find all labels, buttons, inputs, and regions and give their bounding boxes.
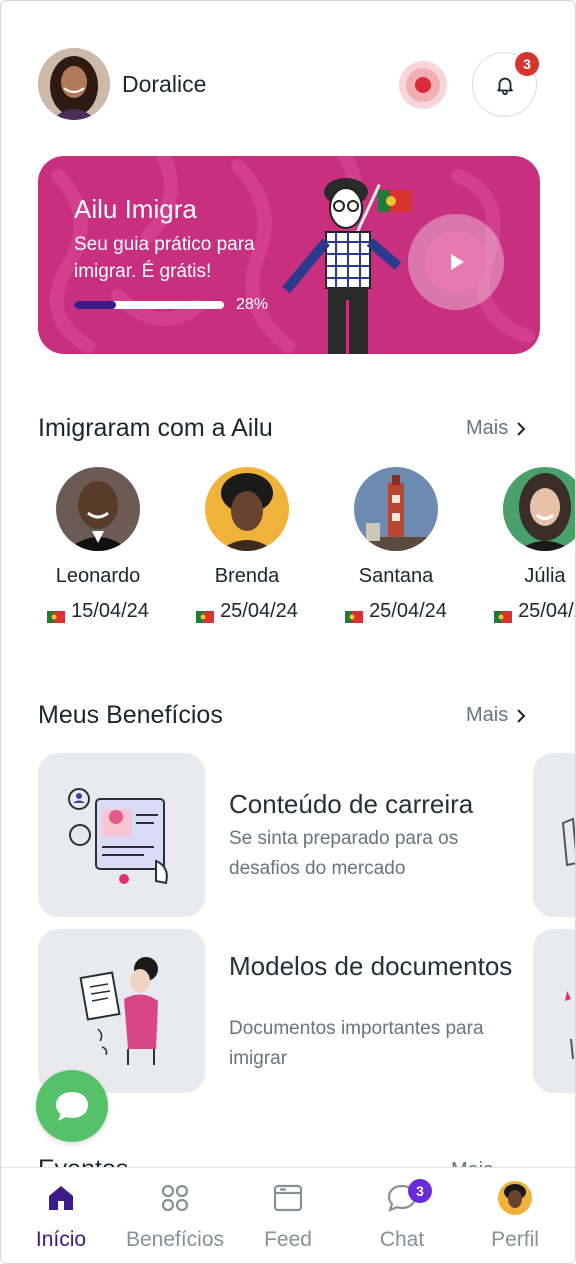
chevron-right-icon (517, 708, 526, 723)
person-name: Júlia (524, 565, 566, 587)
banner-subtitle: Seu guia prático para imigrar. É grátis! (74, 234, 255, 282)
tab-inicio[interactable]: Início (4, 1178, 118, 1252)
record-dot-icon (415, 77, 431, 93)
ailu-imigra-banner[interactable]: Ailu Imigra Seu guia prático para imigra… (38, 156, 540, 354)
document-templates-card-image[interactable] (38, 929, 205, 1093)
bell-icon (496, 77, 513, 95)
banner-title: Ailu Imigra (74, 194, 197, 224)
person-photo (205, 467, 289, 551)
career-illustration (68, 788, 168, 885)
progress-fill (74, 301, 116, 309)
app-screen: Doralice 3 Ailu Imigra Seu guia prático … (0, 0, 576, 1264)
benefit-title[interactable]: Modelos de documentos (229, 951, 519, 981)
avatar-icon (498, 1181, 532, 1215)
tab-label: Perfil (491, 1228, 539, 1251)
person-photo (56, 467, 140, 551)
progress-percent: 28% (236, 296, 269, 313)
date-text: 15/04/24 (71, 600, 149, 622)
date-text: 25/04/24 (369, 600, 447, 622)
benefit-card-peek[interactable] (533, 929, 575, 1093)
person-card[interactable]: Santana 25/04/24 (336, 467, 456, 623)
more-label: Mais (466, 704, 509, 726)
tab-feed[interactable]: Feed (231, 1178, 345, 1252)
portugal-flag-icon (494, 606, 513, 623)
career-content-card-image[interactable] (38, 753, 205, 917)
person-date: 25/04/24 (187, 600, 307, 623)
benefits-more-link[interactable]: Mais (466, 704, 526, 727)
benefit-description: Documentos importantes para imigrar (229, 1018, 484, 1069)
benefit-card-peek[interactable] (533, 753, 575, 917)
person-card[interactable]: Júlia 25/04/24 (485, 467, 575, 623)
tab-label: Benefícios (125, 1228, 225, 1251)
tab-beneficios[interactable]: Benefícios (118, 1178, 232, 1252)
benefits-section-title: Meus Benefícios (38, 701, 223, 729)
person-date: 25/04/24 (485, 600, 575, 623)
support-chat-button[interactable] (36, 1070, 108, 1142)
tab-label: Chat (379, 1228, 425, 1251)
tab-label: Feed (264, 1228, 312, 1251)
person-name: Leonardo (55, 565, 141, 587)
portugal-flag-icon (196, 606, 215, 623)
person-photo (503, 467, 575, 551)
chat-badge: 3 (408, 1179, 432, 1203)
bottom-tab-bar: Início Benefícios Feed 3 Chat Perfil (1, 1167, 575, 1263)
benefit-description: Se sinta preparado para os desafios do m… (229, 828, 459, 879)
person-card[interactable]: Brenda 25/04/24 (187, 467, 307, 623)
tab-chat[interactable]: 3 Chat (345, 1178, 459, 1252)
home-icon (49, 1186, 73, 1210)
person-card[interactable]: Leonardo 15/04/24 (38, 467, 158, 623)
immigrated-section-title: Imigraram com a Ailu (38, 414, 273, 442)
user-avatar[interactable] (38, 48, 110, 120)
record-button[interactable] (399, 61, 447, 109)
person-name: Santana (358, 565, 434, 587)
portugal-flag-icon (345, 606, 364, 623)
play-button[interactable] (408, 214, 504, 310)
chevron-right-icon (517, 421, 526, 436)
person-photo (354, 467, 438, 551)
tab-label: Início (35, 1228, 87, 1251)
date-text: 25/04/24 (220, 600, 298, 622)
person-name: Brenda (214, 565, 280, 587)
date-text: 25/04/24 (518, 600, 575, 622)
person-date: 25/04/24 (336, 600, 456, 623)
tab-perfil[interactable]: Perfil (458, 1178, 572, 1252)
play-icon (451, 254, 464, 270)
documents-illustration (79, 957, 158, 1065)
user-name: Doralice (122, 71, 207, 97)
portugal-flag-icon (47, 606, 66, 623)
benefit-title[interactable]: Conteúdo de carreira (229, 789, 473, 819)
feed-icon (273, 1184, 303, 1212)
immigrated-more-link[interactable]: Mais (466, 417, 526, 440)
notification-badge: 3 (515, 52, 539, 76)
banner-progress-bar (74, 301, 224, 309)
person-date: 15/04/24 (38, 600, 158, 623)
grid-icon (161, 1184, 189, 1212)
speech-bubble-icon (56, 1092, 88, 1121)
more-label: Mais (466, 417, 509, 439)
